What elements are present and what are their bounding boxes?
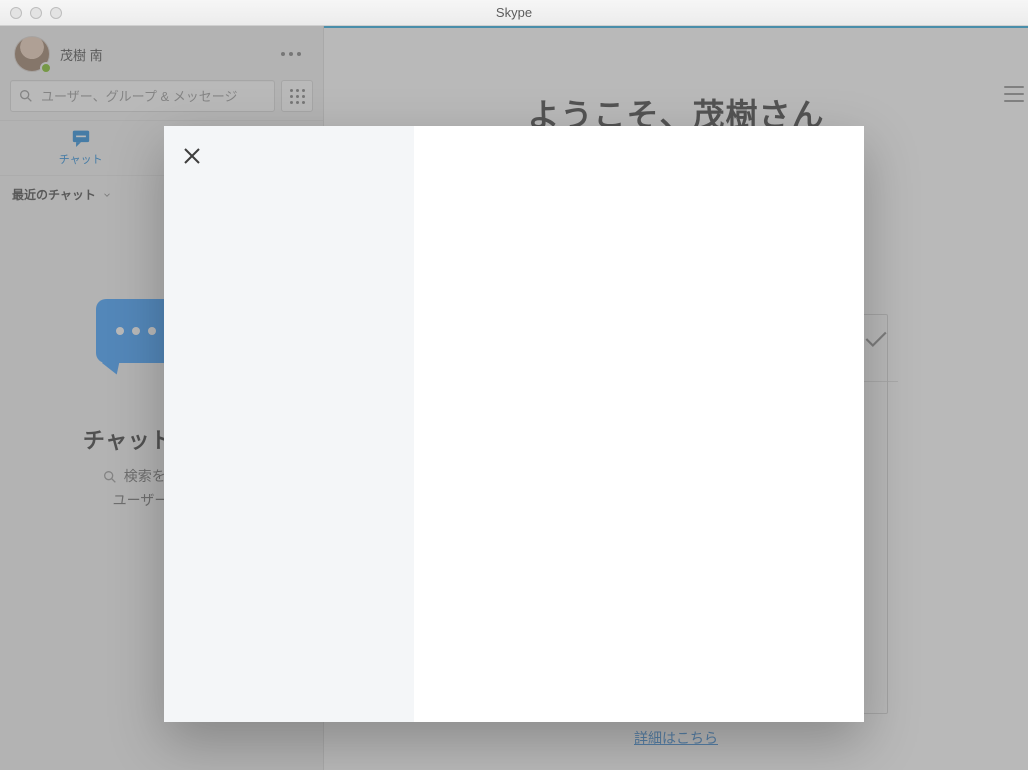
window-minimize-button[interactable]: [30, 7, 42, 19]
settings-modal: [164, 126, 864, 722]
close-icon: [180, 144, 204, 168]
modal-content: [414, 126, 864, 722]
modal-close-button[interactable]: [180, 144, 204, 168]
window-close-button[interactable]: [10, 7, 22, 19]
window-titlebar: Skype: [0, 0, 1028, 26]
app-root: 茂樹 南 チャット: [0, 26, 1028, 770]
modal-sidebar: [164, 126, 414, 722]
window-zoom-button[interactable]: [50, 7, 62, 19]
window-title: Skype: [496, 5, 532, 20]
window-controls: [0, 7, 62, 19]
